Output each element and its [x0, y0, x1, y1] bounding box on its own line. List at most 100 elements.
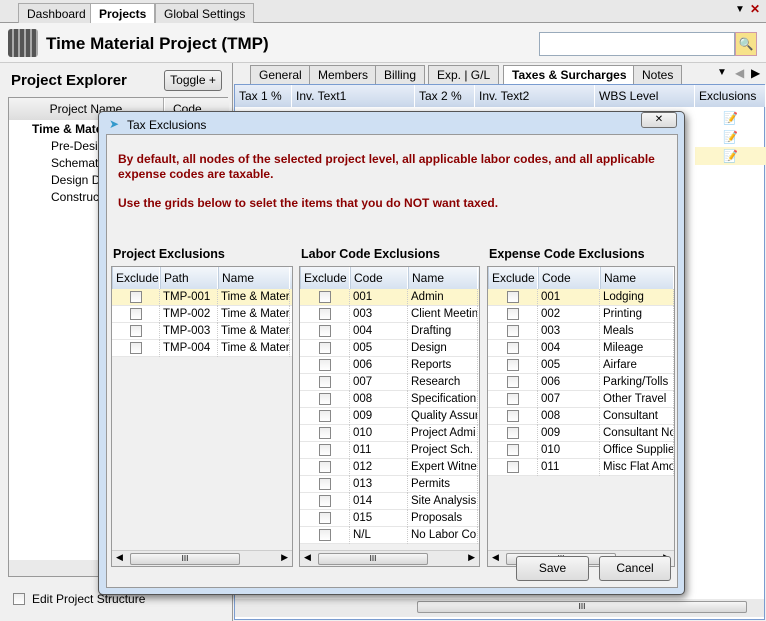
- column-tax1[interactable]: Tax 1 %: [235, 85, 292, 107]
- save-button[interactable]: Save: [516, 556, 589, 581]
- grid-scrollbar[interactable]: ◀III▶: [300, 550, 479, 566]
- column-header[interactable]: Exclude: [112, 267, 160, 289]
- tab-taxes-surcharges[interactable]: Taxes & Surcharges: [503, 65, 636, 84]
- cancel-button[interactable]: Cancel: [599, 556, 671, 581]
- table-row[interactable]: 008 Specification: [300, 391, 479, 408]
- table-row[interactable]: 015 Proposals: [300, 510, 479, 527]
- grid-scrollbar[interactable]: ◀III▶: [112, 550, 292, 566]
- exclude-checkbox[interactable]: [129, 291, 142, 303]
- search-icon[interactable]: 🔍: [735, 32, 757, 56]
- table-row[interactable]: 010 Project Admi: [300, 425, 479, 442]
- exclude-checkbox[interactable]: [506, 461, 519, 473]
- table-row[interactable]: 007 Research: [300, 374, 479, 391]
- column-header[interactable]: Exclude: [488, 267, 538, 289]
- exclude-checkbox[interactable]: [318, 376, 331, 388]
- exclude-checkbox[interactable]: [318, 495, 331, 507]
- tree-item[interactable]: Design D: [51, 173, 100, 187]
- exclude-checkbox[interactable]: [318, 291, 331, 303]
- table-row[interactable]: 011 Misc Flat Amo: [488, 459, 674, 476]
- exclude-checkbox[interactable]: [318, 410, 331, 422]
- tree-item[interactable]: Construc: [51, 190, 99, 204]
- column-header[interactable]: Code: [350, 267, 408, 289]
- exclude-checkbox[interactable]: [318, 393, 331, 405]
- tab-projects[interactable]: Projects: [90, 3, 156, 24]
- edit-structure-checkbox[interactable]: [13, 593, 25, 605]
- tree-item[interactable]: Time & Mate: [32, 122, 102, 136]
- tab-billing[interactable]: Billing: [375, 65, 426, 84]
- exclude-checkbox[interactable]: [506, 376, 519, 388]
- column-header[interactable]: Path: [160, 267, 218, 289]
- exclude-checkbox[interactable]: [506, 325, 519, 337]
- table-row[interactable]: 010 Office Supplie: [488, 442, 674, 459]
- tab-dashboard[interactable]: Dashboard: [18, 3, 95, 23]
- tab-members[interactable]: Members: [309, 65, 378, 84]
- edit-exclusions-icon[interactable]: 📝: [723, 130, 738, 144]
- column-header[interactable]: Exclude: [300, 267, 350, 289]
- exclude-checkbox[interactable]: [318, 529, 331, 541]
- table-row[interactable]: 001 Lodging: [488, 289, 674, 306]
- table-row[interactable]: 005 Design: [300, 340, 479, 357]
- edit-exclusions-icon[interactable]: 📝: [723, 111, 738, 125]
- tab-notes[interactable]: Notes: [633, 65, 683, 84]
- dialog-close-button[interactable]: ✕: [641, 112, 677, 128]
- exclude-checkbox[interactable]: [506, 342, 519, 354]
- tab-exp-gl[interactable]: Exp. | G/L: [428, 65, 500, 84]
- main-grid-scrollbar[interactable]: III: [235, 599, 764, 617]
- exclude-checkbox[interactable]: [506, 359, 519, 371]
- exclude-checkbox[interactable]: [318, 444, 331, 456]
- column-header[interactable]: Name: [600, 267, 674, 289]
- exclude-checkbox[interactable]: [506, 444, 519, 456]
- exclude-checkbox[interactable]: [318, 478, 331, 490]
- tree-item[interactable]: Schemati: [51, 156, 101, 170]
- table-row[interactable]: 003 Client Meetin: [300, 306, 479, 323]
- column-inv-text2[interactable]: Inv. Text2: [475, 85, 595, 107]
- table-row[interactable]: 008 Consultant: [488, 408, 674, 425]
- exclude-checkbox[interactable]: [318, 325, 331, 337]
- tab-overflow-icon[interactable]: ▼: [717, 67, 727, 78]
- table-row[interactable]: 013 Permits: [300, 476, 479, 493]
- exclude-checkbox[interactable]: [318, 308, 331, 320]
- table-row[interactable]: 003 Meals: [488, 323, 674, 340]
- close-icon[interactable]: ✕: [750, 2, 760, 16]
- table-row[interactable]: 001 Admin: [300, 289, 479, 306]
- exclude-checkbox[interactable]: [129, 342, 142, 354]
- table-row[interactable]: 004 Mileage: [488, 340, 674, 357]
- table-row[interactable]: 009 Quality Assur: [300, 408, 479, 425]
- tree-item[interactable]: Pre-Desig: [51, 139, 104, 153]
- tab-scroll-left-icon[interactable]: ◀: [735, 66, 744, 80]
- column-wbs-level[interactable]: WBS Level: [595, 85, 695, 107]
- table-row[interactable]: 002 Printing: [488, 306, 674, 323]
- table-row[interactable]: TMP-004 Time & Mater: [112, 340, 292, 357]
- table-row[interactable]: 009 Consultant Nor: [488, 425, 674, 442]
- table-row[interactable]: TMP-001 Time & Mater: [112, 289, 292, 306]
- exclude-checkbox[interactable]: [318, 461, 331, 473]
- exclude-checkbox[interactable]: [506, 291, 519, 303]
- toggle-button[interactable]: Toggle +: [164, 70, 222, 91]
- dropdown-icon[interactable]: ▼: [735, 4, 745, 15]
- column-header[interactable]: Name: [408, 267, 478, 289]
- exclude-checkbox[interactable]: [318, 342, 331, 354]
- exclude-checkbox[interactable]: [506, 308, 519, 320]
- tab-scroll-right-icon[interactable]: ▶: [751, 66, 760, 80]
- search-input[interactable]: [539, 32, 735, 56]
- table-row[interactable]: 007 Other Travel: [488, 391, 674, 408]
- table-row[interactable]: TMP-002 Time & Mater: [112, 306, 292, 323]
- exclude-checkbox[interactable]: [506, 410, 519, 422]
- column-header[interactable]: Name: [218, 267, 290, 289]
- exclude-checkbox[interactable]: [318, 427, 331, 439]
- column-exclusions[interactable]: Exclusions: [695, 85, 766, 107]
- table-row[interactable]: 005 Airfare: [488, 357, 674, 374]
- column-header[interactable]: Code: [538, 267, 600, 289]
- tab-global-settings[interactable]: Global Settings: [155, 3, 255, 23]
- table-row[interactable]: 014 Site Analysis: [300, 493, 479, 510]
- table-row[interactable]: 006 Parking/Tolls: [488, 374, 674, 391]
- table-row[interactable]: 004 Drafting: [300, 323, 479, 340]
- table-row[interactable]: N/L No Labor Co: [300, 527, 479, 544]
- tab-general[interactable]: General: [250, 65, 311, 84]
- column-inv-text1[interactable]: Inv. Text1: [292, 85, 415, 107]
- column-tax2[interactable]: Tax 2 %: [415, 85, 475, 107]
- edit-exclusions-icon[interactable]: 📝: [723, 149, 738, 163]
- exclude-checkbox[interactable]: [129, 308, 142, 320]
- exclude-checkbox[interactable]: [506, 393, 519, 405]
- exclude-checkbox[interactable]: [318, 359, 331, 371]
